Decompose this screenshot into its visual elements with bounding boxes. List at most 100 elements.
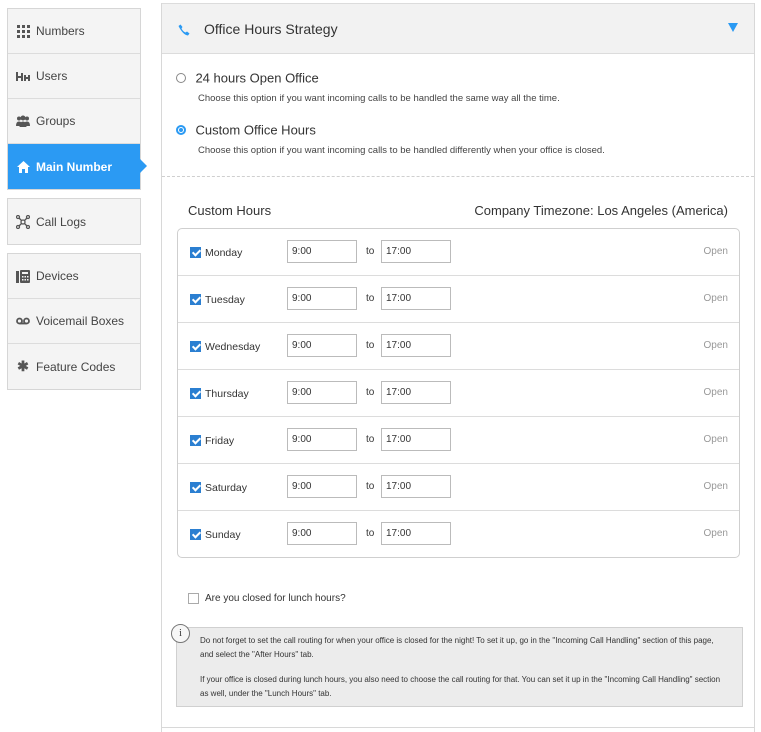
start-time-input[interactable] xyxy=(287,240,357,263)
end-time-input[interactable] xyxy=(381,240,451,263)
day-status: Open xyxy=(703,340,728,351)
start-time-input[interactable] xyxy=(287,287,357,310)
day-name: Wednesday xyxy=(205,341,261,353)
end-time-input[interactable] xyxy=(381,287,451,310)
sidebar-item-users[interactable]: Users xyxy=(8,54,140,99)
end-time-input[interactable] xyxy=(381,428,451,451)
sidebar-item-groups[interactable]: Groups xyxy=(8,99,140,144)
day-row-thursday: Thursday to Open xyxy=(178,370,739,417)
sidebar-item-call-logs[interactable]: Call Logs xyxy=(8,199,140,244)
day-name: Sunday xyxy=(205,529,241,541)
sidebar-item-label: Voicemail Boxes xyxy=(36,314,125,328)
to-label: to xyxy=(366,481,375,492)
end-time-input[interactable] xyxy=(381,334,451,357)
day-row-monday: Monday to Open xyxy=(178,229,739,276)
day-row-wednesday: Wednesday to Open xyxy=(178,323,739,370)
start-time-input[interactable] xyxy=(287,428,357,451)
sidebar-item-numbers[interactable]: Numbers xyxy=(8,9,140,54)
start-time-input[interactable] xyxy=(287,381,357,404)
lunch-label: Are you closed for lunch hours? xyxy=(205,593,346,604)
hours-table: Monday to Open Tuesday to Open Wednesday… xyxy=(177,228,740,558)
info-box: i Do not forget to set the call routing … xyxy=(171,624,743,707)
day-checkbox[interactable] xyxy=(190,435,201,446)
option-24-hours[interactable]: 24 hours Open Office Choose this option … xyxy=(176,69,560,104)
company-timezone: Company Timezone: Los Angeles (America) xyxy=(474,203,728,218)
day-row-saturday: Saturday to Open xyxy=(178,464,739,511)
radio-custom-hours[interactable] xyxy=(176,124,186,135)
voicemail-icon xyxy=(16,314,30,328)
sidebar-item-main-number[interactable]: Main Number xyxy=(8,144,147,189)
to-label: to xyxy=(366,434,375,445)
day-checkbox[interactable] xyxy=(190,482,201,493)
sidebar-item-label: Groups xyxy=(36,114,76,128)
sidebar-item-feature-codes[interactable]: ✱ Feature Codes xyxy=(8,344,140,389)
sidebar-item-label: Devices xyxy=(36,269,79,283)
day-status: Open xyxy=(703,293,728,304)
day-status: Open xyxy=(703,528,728,539)
sidebar: Numbers Users Groups Main Number Call Lo… xyxy=(7,8,147,398)
day-checkbox[interactable] xyxy=(190,529,201,540)
sidebar-item-label: Main Number xyxy=(36,159,113,174)
day-checkbox[interactable] xyxy=(190,294,201,305)
to-label: to xyxy=(366,293,375,304)
day-status: Open xyxy=(703,481,728,492)
sidebar-group-main: Numbers Users Groups Main Number xyxy=(7,8,147,190)
option-custom-hours[interactable]: Custom Office Hours Choose this option i… xyxy=(176,121,605,156)
sidebar-item-label: Call Logs xyxy=(36,214,87,229)
grid-icon xyxy=(16,24,30,38)
start-time-input[interactable] xyxy=(287,522,357,545)
custom-hours-title: Custom Hours xyxy=(188,203,272,218)
option-description: Choose this option if you want incoming … xyxy=(198,93,560,104)
option-label: Custom Office Hours xyxy=(195,122,316,138)
option-description: Choose this option if you want incoming … xyxy=(198,145,605,156)
day-name: Tuesday xyxy=(205,294,245,306)
network-icon xyxy=(16,214,30,229)
panel-header[interactable]: Office Hours Strategy xyxy=(162,3,754,54)
day-status: Open xyxy=(703,387,728,398)
sidebar-item-label: Numbers xyxy=(36,24,85,38)
day-row-tuesday: Tuesday to Open xyxy=(178,276,739,323)
end-time-input[interactable] xyxy=(381,522,451,545)
divider xyxy=(162,176,754,177)
day-row-friday: Friday to Open xyxy=(178,417,739,464)
lunch-hours-option[interactable]: Are you closed for lunch hours? xyxy=(188,593,346,604)
start-time-input[interactable] xyxy=(287,334,357,357)
group-icon xyxy=(16,114,30,128)
lunch-checkbox[interactable] xyxy=(188,593,199,604)
to-label: to xyxy=(366,246,375,257)
day-status: Open xyxy=(703,246,728,257)
day-name: Friday xyxy=(205,435,235,447)
day-checkbox[interactable] xyxy=(190,388,201,399)
start-time-input[interactable] xyxy=(287,475,357,498)
divider xyxy=(162,727,754,728)
radio-24-hours[interactable] xyxy=(176,72,186,83)
day-checkbox[interactable] xyxy=(190,341,201,352)
chevron-down-icon[interactable] xyxy=(728,23,738,32)
home-icon xyxy=(16,160,30,174)
day-checkbox[interactable] xyxy=(190,247,201,258)
to-label: to xyxy=(366,387,375,398)
sidebar-item-label: Feature Codes xyxy=(36,359,116,374)
sidebar-item-label: Users xyxy=(36,69,68,83)
info-paragraph-1: Do not forget to set the call routing fo… xyxy=(200,636,714,659)
day-name: Monday xyxy=(205,247,243,259)
phone-icon xyxy=(178,23,190,35)
to-label: to xyxy=(366,528,375,539)
fax-icon xyxy=(16,269,30,283)
day-name: Thursday xyxy=(205,388,249,400)
info-icon: i xyxy=(171,624,190,643)
users-icon xyxy=(16,69,30,83)
panel-title: Office Hours Strategy xyxy=(204,20,338,37)
sidebar-group-devices: Devices Voicemail Boxes ✱ Feature Codes xyxy=(7,253,141,390)
day-row-sunday: Sunday to Open xyxy=(178,511,739,557)
end-time-input[interactable] xyxy=(381,475,451,498)
office-hours-panel: Office Hours Strategy 24 hours Open Offi… xyxy=(161,3,755,732)
day-status: Open xyxy=(703,434,728,445)
info-paragraph-2: If your office is closed during lunch ho… xyxy=(200,675,721,698)
end-time-input[interactable] xyxy=(381,381,451,404)
option-label: 24 hours Open Office xyxy=(195,70,319,86)
sidebar-item-devices[interactable]: Devices xyxy=(8,254,140,299)
asterisk-icon: ✱ xyxy=(17,358,29,374)
sidebar-item-voicemail-boxes[interactable]: Voicemail Boxes xyxy=(8,299,140,344)
to-label: to xyxy=(366,340,375,351)
